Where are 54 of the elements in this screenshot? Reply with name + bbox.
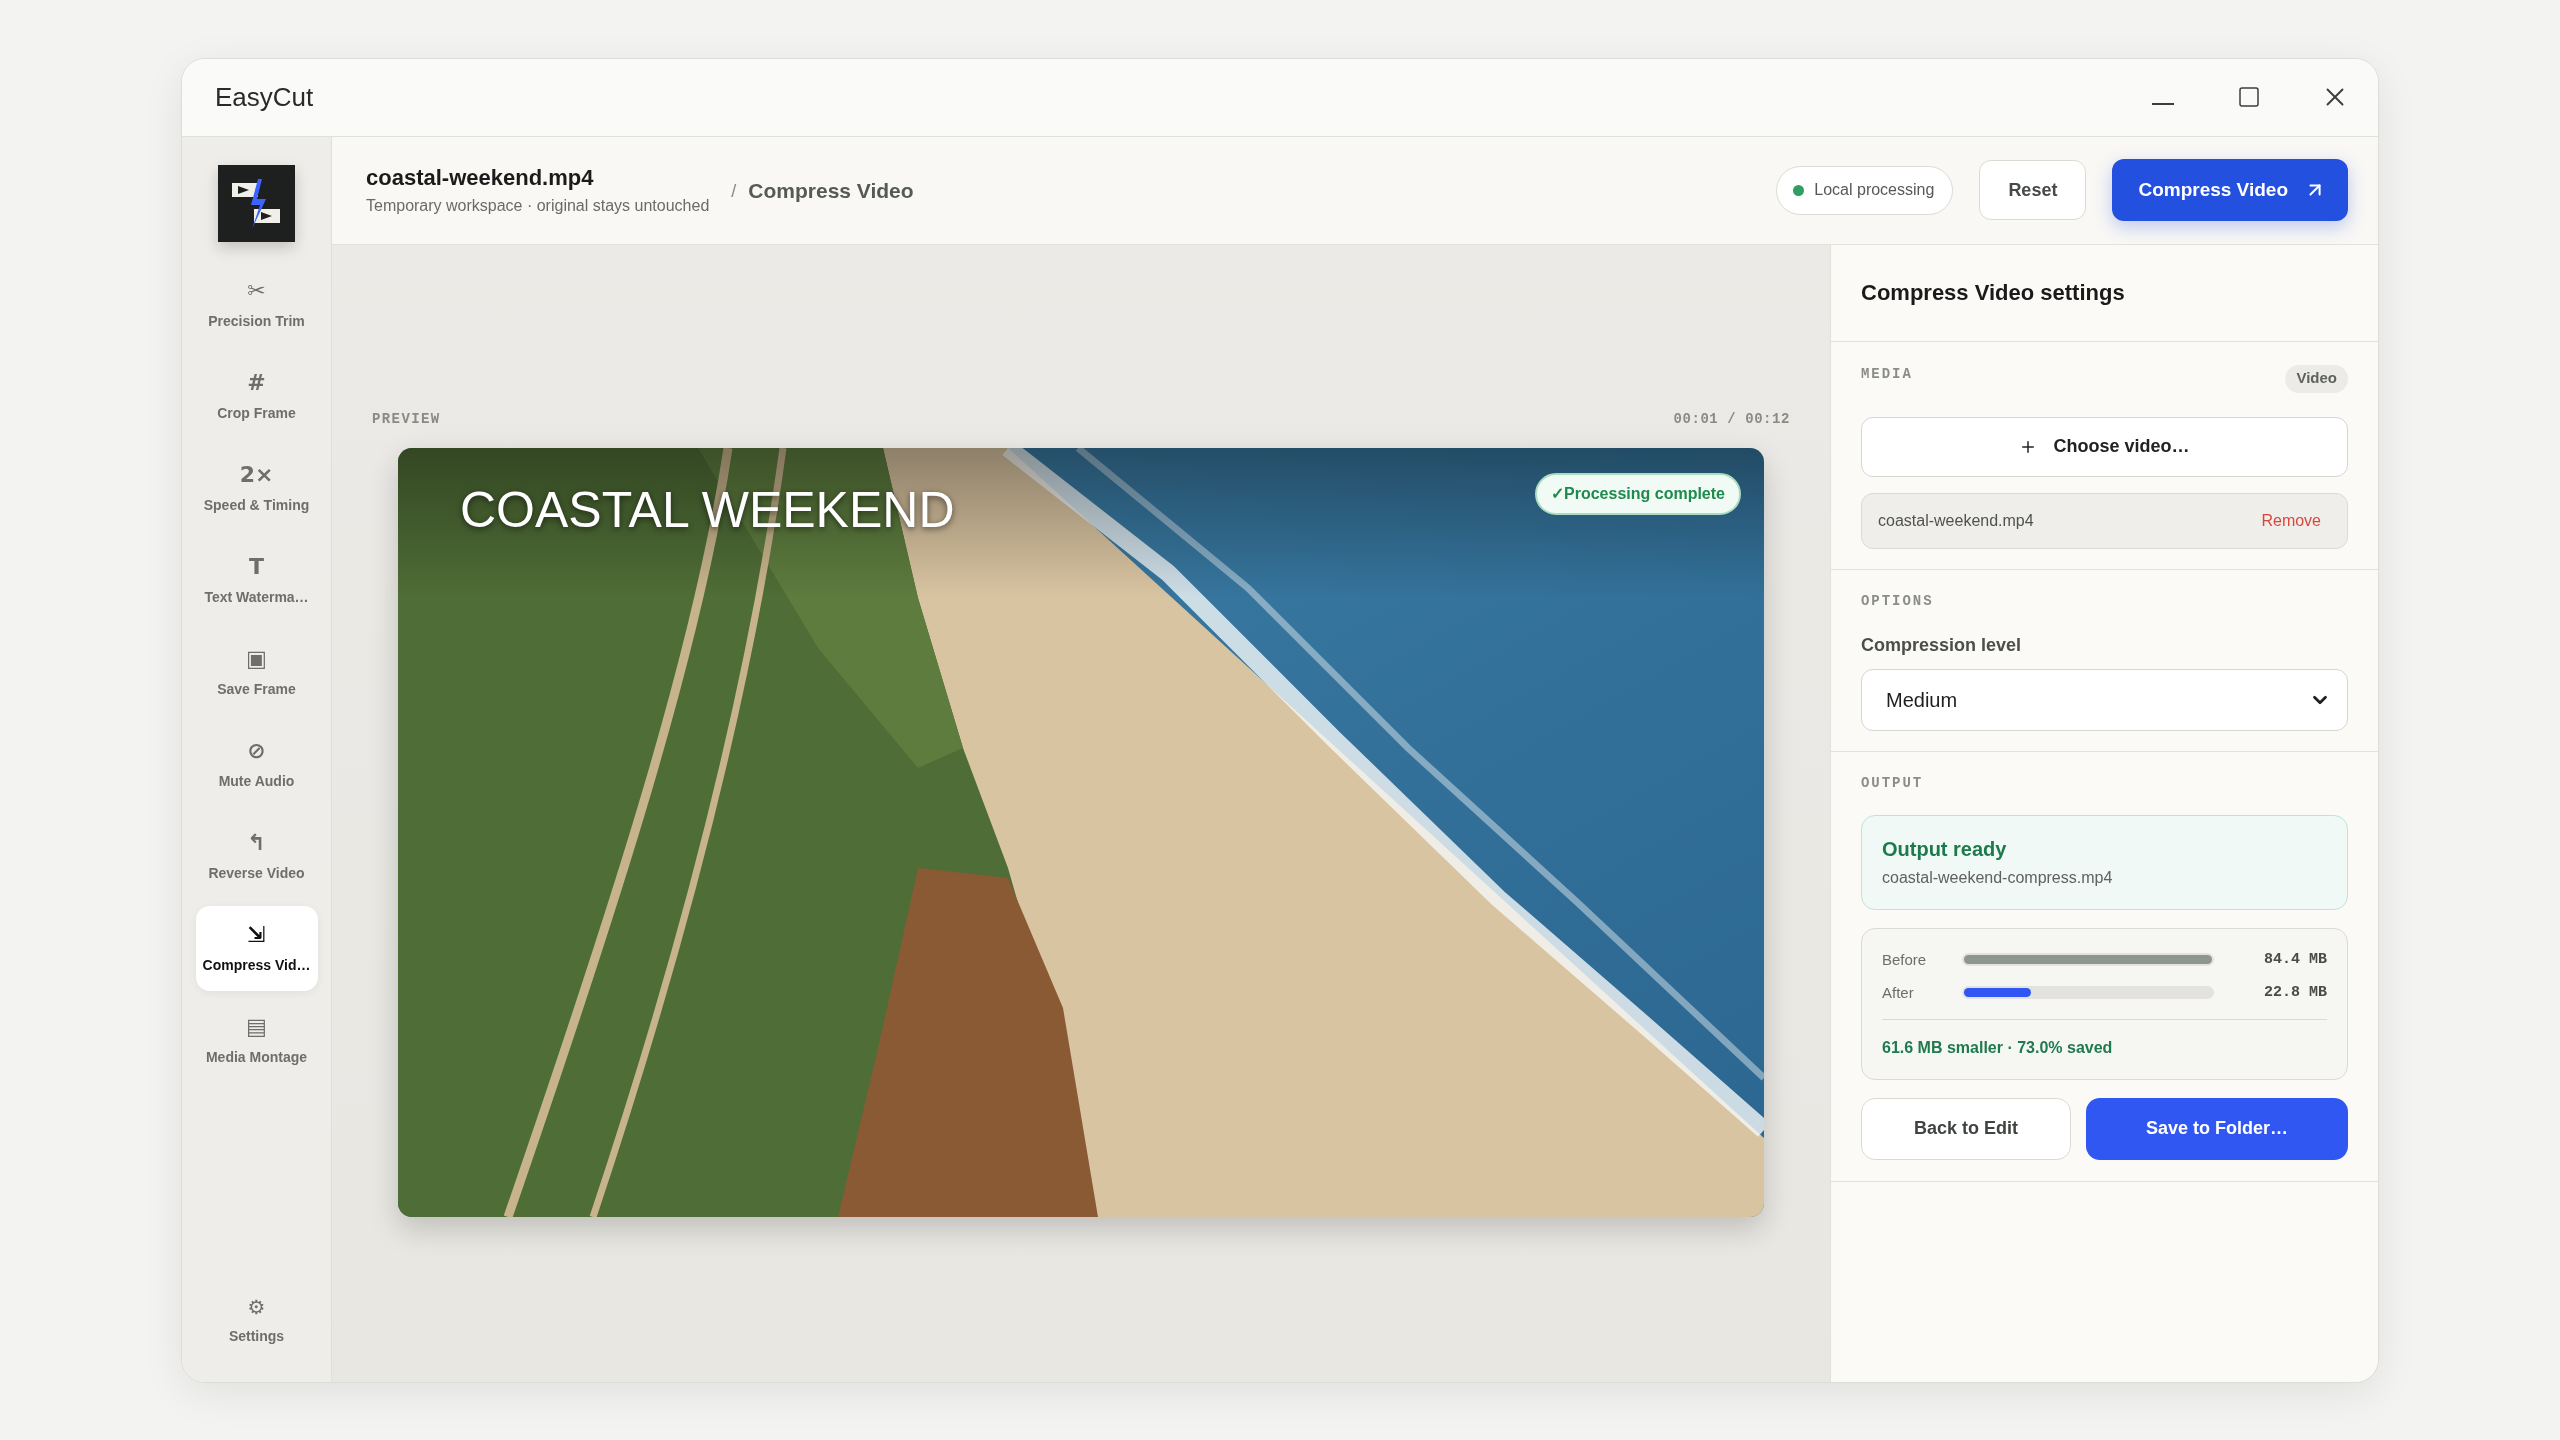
speed-multiplier-icon: 2× bbox=[239, 461, 274, 489]
framed-square-icon: ▣ bbox=[246, 645, 267, 673]
panel-title: Compress Video settings bbox=[1861, 278, 2125, 307]
sidebar-item[interactable]: ↰ Reverse Video bbox=[195, 813, 318, 899]
file-name: coastal-weekend.mp4 bbox=[1878, 510, 2034, 531]
processing-status-badge: ✓Processing complete bbox=[1535, 472, 1741, 515]
file-name-title: coastal-weekend.mp4 bbox=[366, 164, 595, 192]
breadcrumb-separator: / bbox=[731, 180, 737, 203]
breadcrumb-page: Compress Video bbox=[748, 178, 914, 204]
lined-square-icon: ▤ bbox=[246, 1013, 267, 1041]
size-reading: 84.4 MB bbox=[2264, 949, 2327, 970]
back-to-edit-button[interactable]: Back to Edit bbox=[1861, 1097, 2071, 1160]
letter-t-icon: T bbox=[249, 553, 264, 581]
media-heading: MEDIA bbox=[1861, 364, 1913, 383]
output-heading: OUTPUT bbox=[1861, 773, 1924, 792]
sidebar-item[interactable]: T Text Waterma… bbox=[195, 537, 318, 623]
size-reading: 22.8 MB bbox=[2264, 982, 2327, 1003]
sidebar-item[interactable]: # Crop Frame bbox=[195, 353, 318, 439]
size-label: Before bbox=[1882, 950, 1927, 968]
maximize-icon bbox=[2237, 85, 2261, 109]
sidebar-item[interactable]: ⇲ Compress Vid… bbox=[195, 905, 318, 991]
window-title: EasyCut bbox=[215, 81, 314, 113]
compression-level-label: Compression level bbox=[1861, 633, 2022, 657]
compress-video-button[interactable]: Compress Video bbox=[2112, 159, 2348, 221]
sidebar-item[interactable]: ▤ Media Montage bbox=[195, 997, 318, 1083]
save-to-folder-button[interactable]: Save to Folder… bbox=[2086, 1097, 2348, 1160]
workspace-note: Temporary workspace · original stays untouched bbox=[366, 196, 710, 216]
gear-icon: ⚙ bbox=[247, 1293, 266, 1320]
sidebar-item[interactable]: ▣ Save Frame bbox=[195, 629, 318, 715]
preview-label: PREVIEW bbox=[372, 409, 441, 428]
video-title-overlay: COASTAL WEEKEND bbox=[460, 480, 955, 539]
sidebar-item[interactable]: 2× Speed & Timing bbox=[195, 445, 318, 531]
options-heading: OPTIONS bbox=[1861, 591, 1934, 610]
status-label: Local processing bbox=[1814, 180, 1935, 200]
size-label: After bbox=[1882, 983, 1914, 1001]
minimize-icon bbox=[2152, 103, 2174, 105]
output-status-title: Output ready bbox=[1882, 837, 2007, 862]
savings-summary: 61.6 MB smaller · 73.0% saved bbox=[1882, 1037, 2113, 1058]
playback-time: 00:01 / 00:12 bbox=[1673, 409, 1790, 428]
compression-level-select[interactable]: Medium bbox=[1861, 668, 2348, 731]
hook-arrow-icon: ↰ bbox=[247, 829, 266, 857]
corner-arrow-icon: ⇲ bbox=[247, 921, 266, 949]
sidebar-item[interactable]: ✂ Precision Trim bbox=[195, 261, 318, 347]
remove-link[interactable]: Remove bbox=[2261, 510, 2321, 531]
logo-icon bbox=[218, 164, 295, 242]
scissors-icon: ✂ bbox=[247, 277, 266, 305]
sidebar-item[interactable]: ⊘ Mute Audio bbox=[195, 721, 318, 807]
reset-button[interactable]: Reset bbox=[1979, 160, 2087, 220]
settings-button[interactable]: ⚙ Settings bbox=[195, 1284, 318, 1355]
slashed-circle-icon: ⊘ bbox=[247, 737, 266, 765]
choose-video-button[interactable]: Choose video… bbox=[1861, 416, 2348, 477]
media-type-tag: Video bbox=[2285, 364, 2348, 393]
output-file-name: coastal-weekend-compress.mp4 bbox=[1882, 868, 2113, 888]
hash-icon: # bbox=[247, 369, 266, 397]
